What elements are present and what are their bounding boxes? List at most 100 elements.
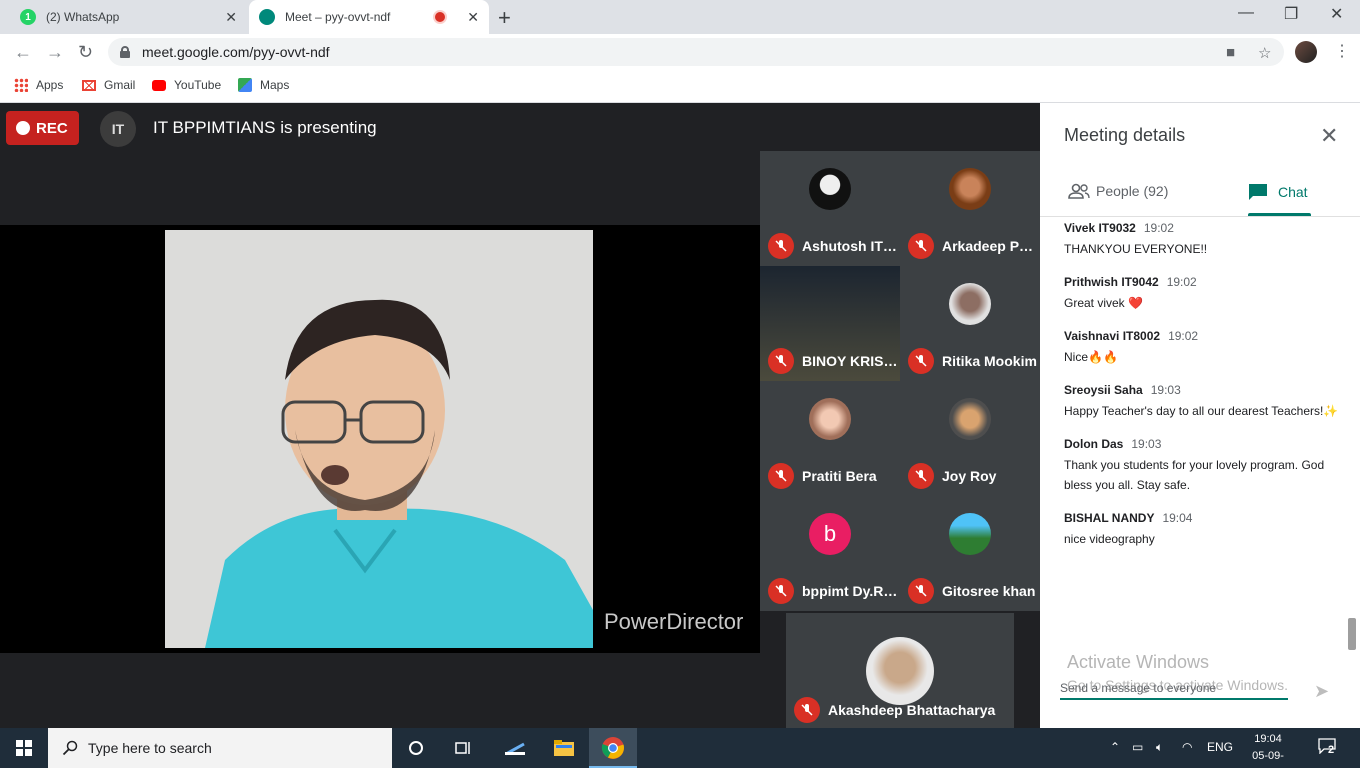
mic-off-icon [908,233,934,259]
reload-icon[interactable]: ↻ [78,42,93,63]
camera-icon[interactable]: ■ [1226,44,1235,61]
taskbar-chrome[interactable] [589,728,637,768]
tab-label: People (92) [1096,183,1169,199]
message-time: 19:03 [1150,383,1181,397]
chat-scrollbar[interactable] [1348,618,1356,650]
participant-name: Pratiti Bera [802,468,877,484]
participant-tile[interactable]: Gitosree khan [900,496,1040,611]
participant-name: Ritika Mookim [942,353,1037,369]
more-menu-icon[interactable]: ⋮ [1334,41,1350,61]
mic-off-icon [768,233,794,259]
battery-icon[interactable]: ▭ [1132,740,1143,754]
message-text: Happy Teacher's day to all our dearest T… [1064,404,1339,418]
avatar [949,398,991,440]
participant-tile[interactable]: Ritika Mookim [900,266,1040,381]
participant-tile-video[interactable]: BINOY KRISH... [760,266,900,381]
tab-whatsapp[interactable]: 1 (2) WhatsApp ✕ [10,0,247,34]
notification-center-icon[interactable]: 2 [1318,738,1340,758]
url-text: meet.google.com/pyy-ovvt-ndf [142,44,330,60]
search-icon [62,740,78,756]
windows-start-icon[interactable] [16,740,32,756]
meet-icon [259,9,275,25]
message-text: Nice🔥🔥 [1064,350,1118,364]
participant-tile[interactable]: Joy Roy [900,381,1040,496]
message-time: 19:02 [1168,329,1199,343]
chat-messages: Vivek IT9032 19:02 THANKYOU EVERYONE!! Pr… [1064,221,1344,661]
bookmark-label: Gmail [104,78,136,92]
presenter-video-frame [165,230,593,648]
participant-grid: Ashutosh IT9... Arkadeep Paul BINOY KRIS… [760,151,1040,613]
tab-people[interactable]: People (92) [1068,183,1168,199]
message-time: 19:02 [1166,275,1197,289]
volume-icon[interactable]: 🔈︎ [1156,740,1163,755]
close-icon[interactable]: ✕ [467,9,479,26]
bookmark-apps[interactable]: Apps [14,78,63,92]
message-time: 19:03 [1131,437,1162,451]
language-indicator[interactable]: ENG [1207,740,1233,754]
avatar [949,283,991,325]
message-sender: Vivek IT9032 [1064,221,1136,235]
participant-tile[interactable]: Pratiti Bera [760,381,900,496]
chevron-up-icon[interactable]: ⌃ [1110,740,1120,754]
star-icon[interactable]: ☆ [1258,44,1271,62]
record-dot-icon [16,121,30,135]
close-icon[interactable]: ✕ [225,9,237,26]
recording-button[interactable]: REC [6,111,79,145]
taskbar-search[interactable]: Type here to search [48,728,392,768]
participant-tile[interactable]: Ashutosh IT9... [760,151,900,266]
chat-message: Vivek IT9032 19:02 THANKYOU EVERYONE!! [1064,221,1344,259]
avatar [949,513,991,555]
participant-tile[interactable]: Arkadeep Paul [900,151,1040,266]
participant-tile[interactable]: b bppimt Dy.Re... [760,496,900,611]
task-view-icon[interactable] [452,736,476,760]
taskbar-clock[interactable]: 19:04 05-09-2020 [1240,731,1296,768]
panel-title: Meeting details [1064,125,1186,145]
chat-icon [1249,184,1267,200]
bookmark-gmail[interactable]: Gmail [82,78,135,92]
tab-chat[interactable]: Chat [1248,183,1308,201]
participant-name: Akashdeep Bhattacharya [828,702,996,718]
message-text: Great vivek ❤️ [1064,296,1143,310]
activate-windows-watermark: Activate Windows Go to Settings to activ… [1067,652,1288,693]
back-icon[interactable]: ← [14,42,32,63]
tab-label: Chat [1278,184,1308,200]
bookmark-youtube[interactable]: YouTube [152,78,221,92]
forward-icon[interactable]: → [46,42,64,63]
minimize-button[interactable]: — [1238,4,1254,22]
mic-off-icon [908,348,934,374]
whatsapp-icon: 1 [20,9,36,25]
wifi-icon[interactable]: ◠ [1182,740,1192,754]
youtube-icon [152,79,166,91]
mic-off-icon [768,578,794,604]
cortana-icon[interactable] [404,736,428,760]
divider [1040,216,1360,217]
rec-label: REC [36,119,68,137]
participant-name: Gitosree khan [942,583,1036,599]
window-close-button[interactable]: ✕ [1330,4,1343,24]
send-icon[interactable]: ➤ [1314,681,1329,702]
maximize-button[interactable]: ❐ [1284,4,1298,24]
chat-message: Sreoysii Saha 19:03 Happy Teacher's day t… [1064,383,1344,421]
close-icon[interactable]: ✕ [1320,123,1338,149]
chat-message: Dolon Das 19:03 Thank you students for yo… [1064,437,1344,495]
participant-name: bppimt Dy.Re... [802,583,898,599]
tab-title: (2) WhatsApp [46,10,120,24]
tab-meet[interactable]: Meet – pyy-ovvt-ndf ✕ [249,0,489,34]
profile-avatar[interactable] [1295,41,1317,63]
bookmarks-bar: Apps Gmail YouTube Maps [0,70,1360,103]
lock-icon [120,46,130,58]
activate-title: Activate Windows [1067,652,1210,672]
chrome-icon [601,737,624,759]
bookmark-maps[interactable]: Maps [238,78,289,92]
avatar [809,398,851,440]
people-icon [1068,183,1090,199]
recording-icon [433,10,448,24]
featured-participant-tile[interactable]: Akashdeep Bhattacharya [786,613,1014,728]
mic-off-icon [768,463,794,489]
url-bar[interactable]: meet.google.com/pyy-ovvt-ndf [108,38,1284,66]
chat-message: Vaishnavi IT8002 19:02 Nice🔥🔥 [1064,329,1344,367]
bookmark-label: Maps [260,78,290,92]
new-tab-button[interactable]: + [498,5,511,31]
app-icon[interactable] [503,736,527,760]
file-explorer-icon[interactable] [552,736,576,760]
